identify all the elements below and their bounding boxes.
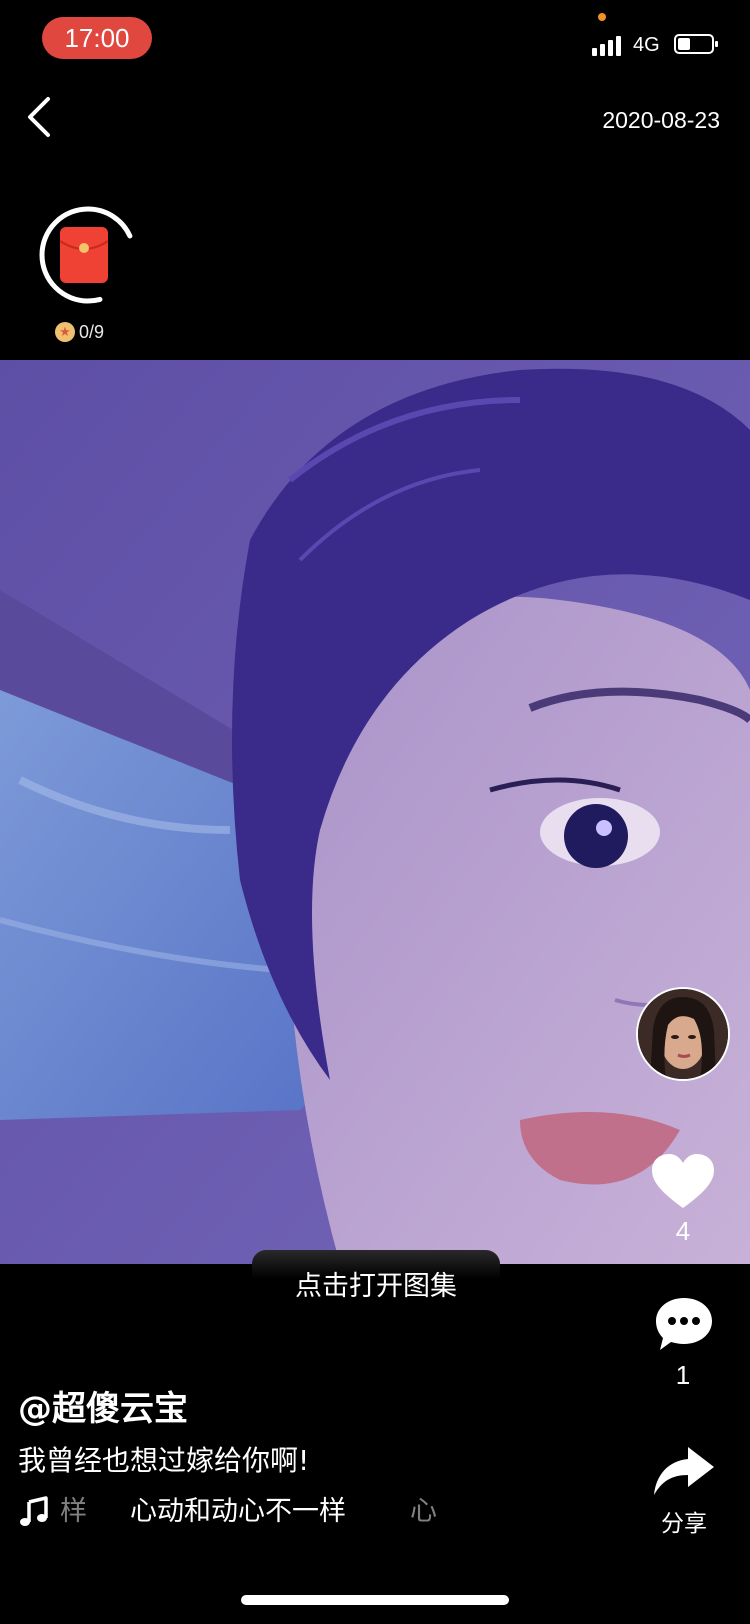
portrait-image — [0, 360, 750, 1264]
comment-count: 1 — [675, 1360, 691, 1390]
red-packet-count: 0/9 — [79, 321, 105, 342]
post-caption: 我曾经也想过嫁给你啊! — [18, 1444, 310, 1477]
red-packet-button[interactable] — [38, 205, 138, 305]
music-note-icon — [20, 1496, 48, 1526]
network-type: 4G — [633, 34, 660, 56]
speech-bubble-icon — [656, 1298, 712, 1350]
home-indicator[interactable] — [241, 1595, 509, 1605]
back-button[interactable] — [22, 95, 62, 140]
battery-icon — [674, 34, 718, 54]
music-title-marquee: 样 心动和动心不一样 心 — [60, 1492, 448, 1532]
like-button[interactable] — [650, 1152, 716, 1212]
open-gallery-button[interactable]: 点击打开图集 — [252, 1250, 500, 1302]
red-envelope-icon — [59, 227, 109, 283]
like-count: 4 — [675, 1216, 691, 1246]
red-packet-counter: ★ 0/9 — [55, 320, 104, 344]
recording-indicator-dot — [598, 13, 606, 21]
share-label: 分享 — [661, 1511, 707, 1537]
music-title-next: 心 — [410, 1496, 437, 1527]
red-packet-progress-ring — [39, 206, 137, 304]
share-button[interactable] — [652, 1445, 716, 1497]
music-title: 心动和动心不一样 — [130, 1496, 346, 1527]
status-time: 17:00 — [42, 17, 152, 59]
author-name[interactable]: @超傻云宝 — [18, 1386, 188, 1432]
post-date: 2020-08-23 — [602, 107, 720, 133]
post-screen: 17:00 4G 2020-08-23 ★ 0/9 4 1 分享 点击打开图集 … — [0, 0, 750, 1624]
chevron-left-icon — [28, 97, 50, 137]
music-title-prev: 样 — [60, 1496, 87, 1527]
signal-strength-icon — [592, 34, 621, 56]
author-avatar[interactable] — [636, 987, 730, 1081]
share-arrow-icon — [654, 1447, 714, 1495]
star-coin-icon: ★ — [55, 322, 75, 342]
post-photo[interactable] — [0, 360, 750, 1264]
music-info[interactable]: 样 心动和动心不一样 心 — [18, 1492, 448, 1532]
heart-icon — [652, 1154, 714, 1208]
avatar-image — [638, 989, 728, 1079]
comment-button[interactable] — [654, 1296, 714, 1352]
